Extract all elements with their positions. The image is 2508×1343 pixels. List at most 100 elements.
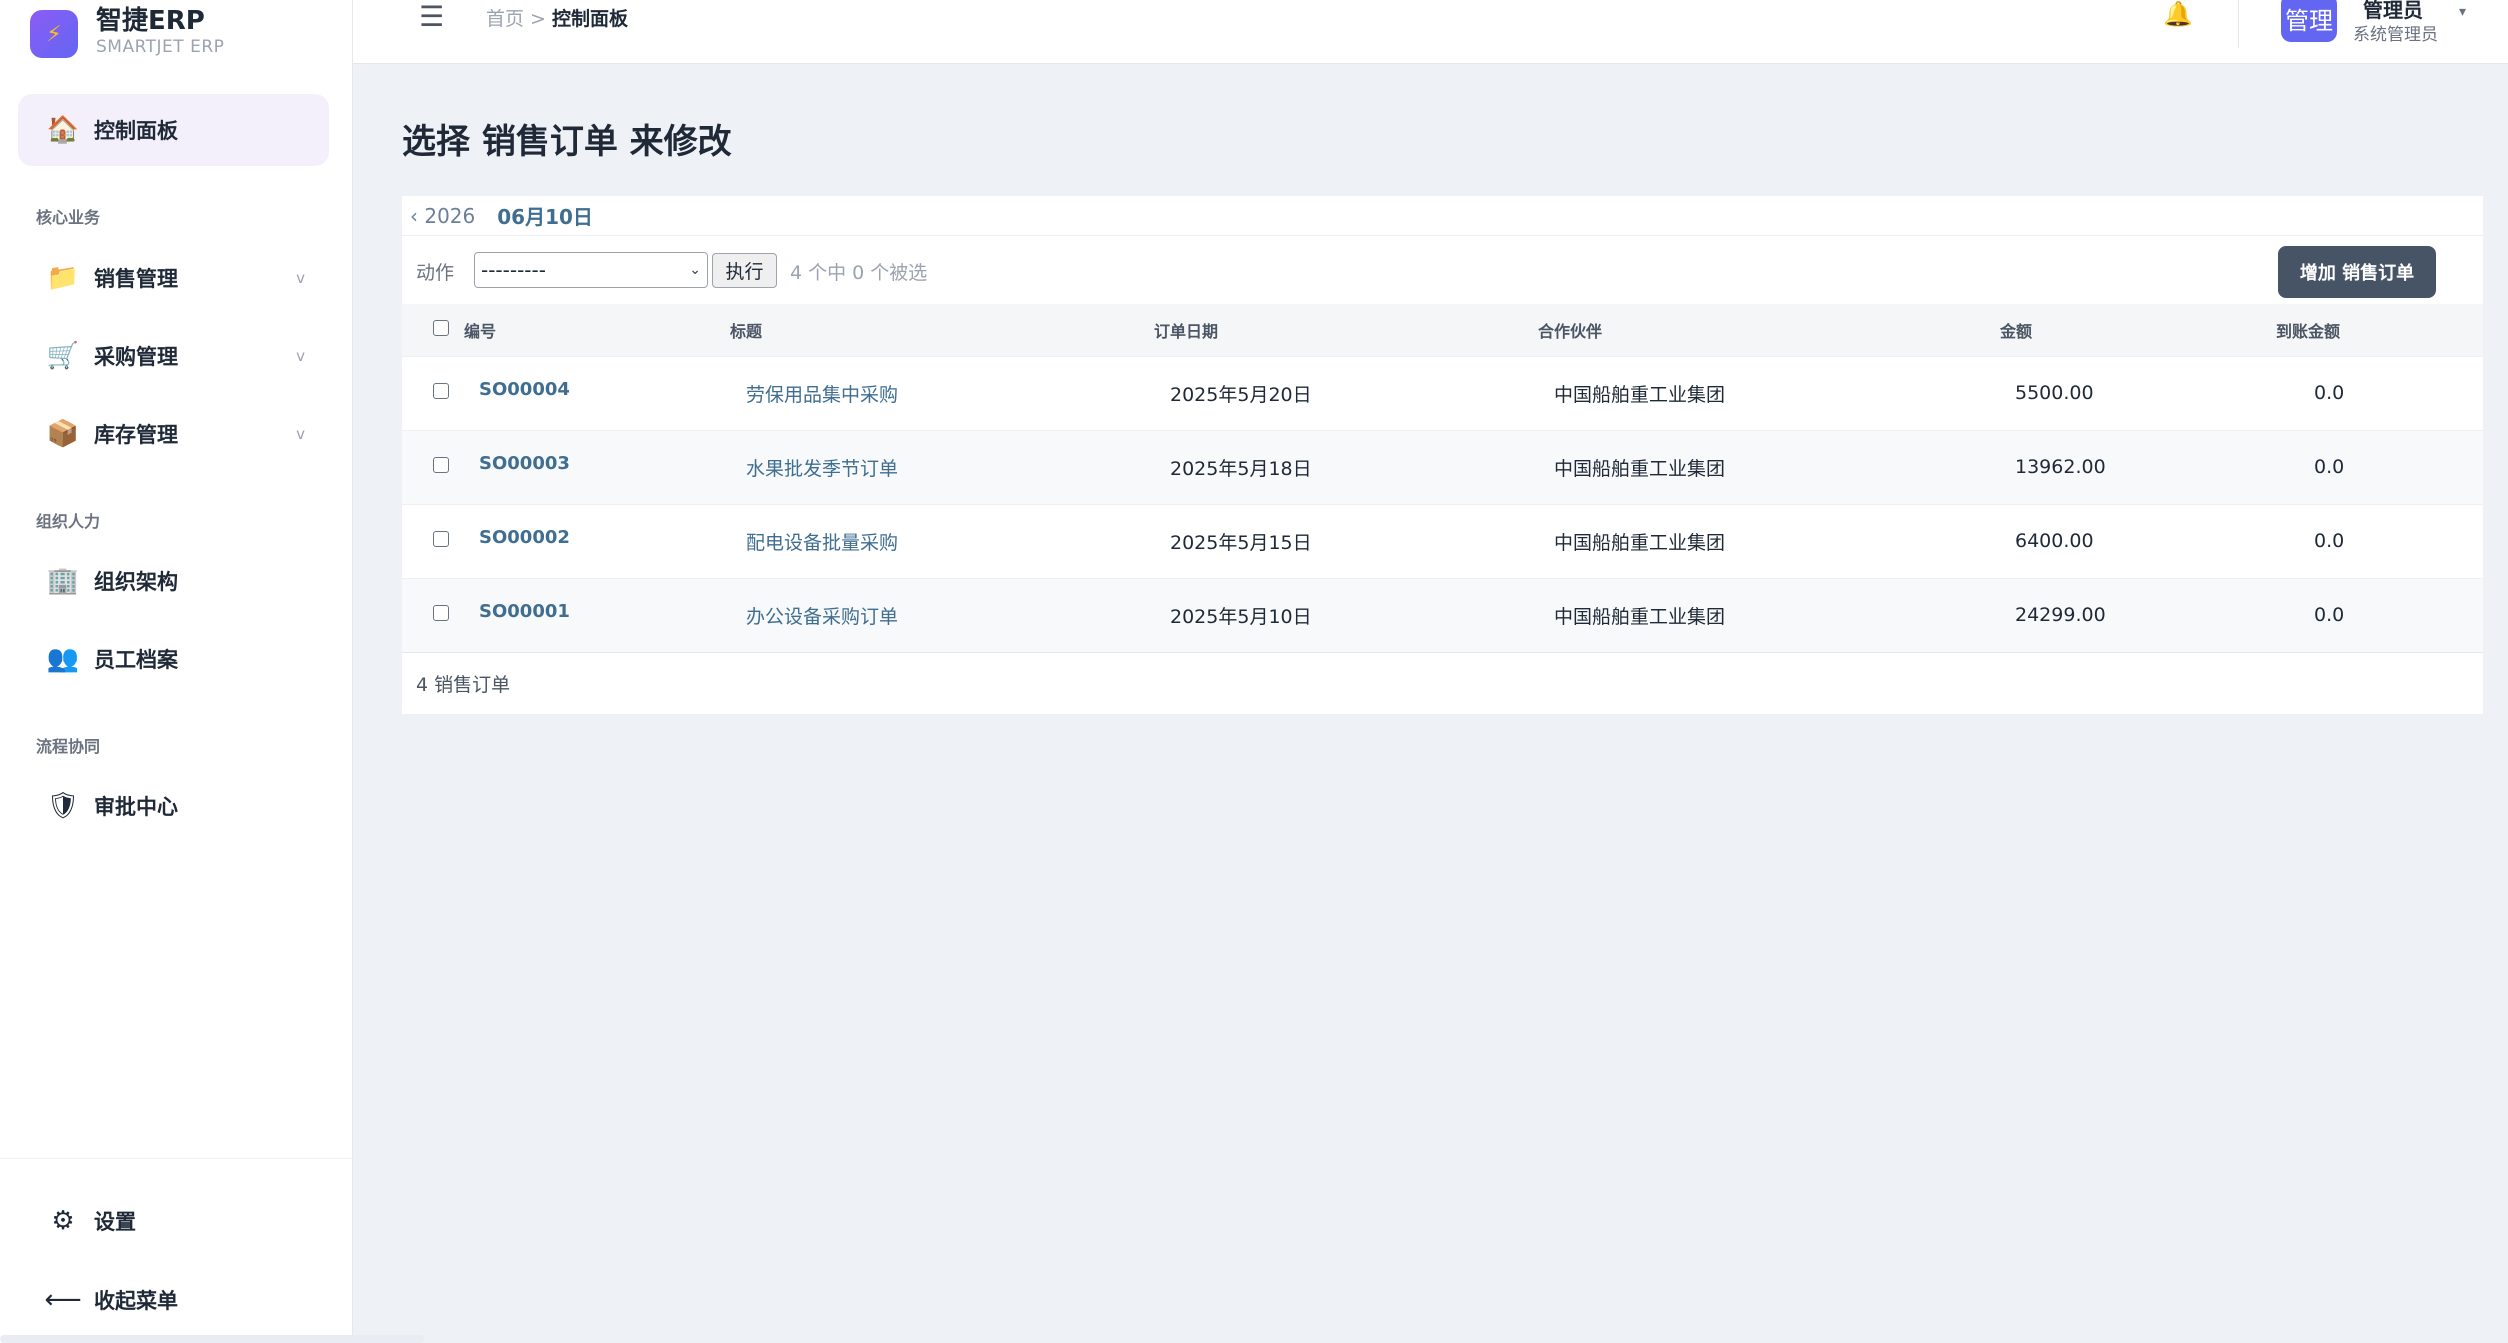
table-row: SO00001 办公设备采购订单 2025年5月10日 中国船舶重工业集团 24… [402, 578, 2483, 652]
cell-date: 2025年5月15日 [1170, 531, 1312, 554]
row-checkbox[interactable] [433, 605, 449, 622]
lightning-icon: ⚡ [30, 10, 78, 58]
sidebar-item-org[interactable]: 🏢 组织架构 [18, 551, 329, 611]
cell-partner: 中国船舶重工业集团 [1554, 531, 1726, 554]
chevron-down-icon: v [296, 269, 305, 287]
cell-date: 2025年5月10日 [1170, 605, 1312, 628]
cell-received: 0.0 [2314, 382, 2345, 404]
user-role: 系统管理员 [2353, 25, 2438, 45]
order-title-link[interactable]: 配电设备批量采购 [746, 532, 898, 554]
row-checkbox[interactable] [433, 383, 449, 399]
column-header-partner[interactable]: 合作伙伴 [1538, 304, 2000, 356]
result-count: 4 销售订单 [402, 652, 2483, 714]
cell-partner: 中国船舶重工业集团 [1554, 457, 1726, 480]
folder-icon: 📁 [46, 263, 80, 293]
cell-date: 2025年5月20日 [1170, 383, 1312, 406]
chevron-down-icon: v [296, 425, 305, 443]
building-icon: 🏢 [46, 566, 80, 596]
sidebar-item-label: 控制面板 [94, 119, 178, 143]
brand[interactable]: ⚡ 智捷ERP SMARTJET ERP [30, 6, 224, 62]
sidebar-item-settings[interactable]: ⚙ 设置 [18, 1191, 329, 1251]
sidebar-item-label: 收起菜单 [94, 1289, 178, 1313]
sidebar-item-label: 库存管理 [94, 423, 178, 447]
action-bar: 动作 --------- ⌄ 执行 4 个中 0 个被选 增加 销售订单 [402, 236, 2483, 304]
cell-received: 0.0 [2314, 456, 2345, 478]
shield-icon: 🛡 [46, 791, 80, 821]
top-header: ☰ 首页 > 控制面板 🔔 管理 管理员 系统管理员 ▾ [353, 0, 2508, 64]
sidebar-item-label: 员工档案 [94, 648, 178, 672]
avatar[interactable]: 管理 [2281, 0, 2337, 42]
breadcrumb-home-link[interactable]: 首页 [486, 8, 524, 30]
row-checkbox[interactable] [433, 531, 449, 547]
cell-title: 劳保用品集中采购 [730, 356, 1154, 430]
cell-received: 0.0 [2314, 530, 2345, 552]
order-code-link[interactable]: SO00002 [479, 527, 570, 548]
order-code-link[interactable]: SO00001 [479, 601, 570, 622]
breadcrumb-separator: > [530, 8, 546, 30]
add-sales-order-button[interactable]: 增加 销售订单 [2278, 246, 2436, 298]
sidebar-item-label: 设置 [94, 1210, 136, 1234]
sidebar-item-inventory[interactable]: 📦 库存管理 v [18, 404, 329, 464]
header-divider [2238, 0, 2239, 48]
column-header-amount[interactable]: 金额 [2000, 304, 2276, 356]
cell-code: SO00004 [464, 356, 730, 430]
collapse-menu-button[interactable]: ⟵ 收起菜单 [18, 1270, 329, 1330]
sidebar-item-employees[interactable]: 👥 员工档案 [18, 629, 329, 689]
sidebar-scrollbar[interactable] [0, 1335, 424, 1343]
run-action-button[interactable]: 执行 [712, 253, 777, 288]
cell-title: 办公设备采购订单 [730, 578, 1154, 652]
date-back-link[interactable]: ‹ 2026 [410, 204, 475, 228]
action-label: 动作 [416, 262, 455, 284]
column-header-code[interactable]: 编号 [464, 304, 730, 356]
section-label-core: 核心业务 [36, 208, 101, 227]
section-label-hr: 组织人力 [36, 512, 101, 531]
changelist-panel: ‹ 2026 06月10日 动作 --------- ⌄ 执行 4 个中 0 个… [402, 196, 2483, 714]
sidebar-footer [0, 1158, 353, 1159]
column-header-title[interactable]: 标题 [730, 304, 1154, 356]
order-title-link[interactable]: 水果批发季节订单 [746, 458, 898, 480]
arrow-left-icon: ⟵ [44, 1285, 82, 1315]
gear-icon: ⚙ [51, 1206, 75, 1236]
select-all-checkbox-cell [402, 304, 464, 356]
sidebar: ⚡ 智捷ERP SMARTJET ERP 🏠 控制面板 核心业务 📁 销售管理 … [0, 0, 353, 1343]
sidebar-item-sales[interactable]: 📁 销售管理 v [18, 248, 329, 308]
section-label-workflow: 流程协同 [36, 737, 101, 756]
action-select[interactable]: --------- ⌄ [474, 252, 708, 288]
chevron-down-icon: ⌄ [689, 262, 701, 278]
breadcrumb: 首页 > 控制面板 [486, 4, 628, 31]
cell-received: 0.0 [2314, 604, 2345, 627]
row-checkbox-cell [402, 430, 464, 504]
column-header-received[interactable]: 到账金额 [2276, 304, 2483, 356]
cell-code: SO00001 [464, 578, 730, 652]
cell-amount: 6400.00 [2015, 530, 2094, 552]
hamburger-menu-icon[interactable]: ☰ [419, 0, 444, 33]
cell-title: 配电设备批量采购 [730, 504, 1154, 578]
sidebar-item-label: 采购管理 [94, 345, 178, 369]
select-all-checkbox[interactable] [433, 319, 449, 336]
people-icon: 👥 [46, 644, 80, 674]
table-row: SO00003 水果批发季节订单 2025年5月18日 中国船舶重工业集团 13… [402, 430, 2483, 504]
action-select-value: --------- [481, 258, 546, 282]
selection-counter: 4 个中 0 个被选 [790, 262, 928, 284]
sidebar-item-dashboard[interactable]: 🏠 控制面板 [18, 94, 329, 166]
row-checkbox[interactable] [433, 457, 449, 473]
cell-partner: 中国船舶重工业集团 [1554, 605, 1726, 628]
row-checkbox-cell [402, 356, 464, 430]
chevron-down-icon[interactable]: ▾ [2459, 4, 2466, 20]
sidebar-item-purchase[interactable]: 🛒 采购管理 v [18, 326, 329, 386]
date-current: 06月10日 [497, 205, 593, 229]
order-code-link[interactable]: SO00003 [479, 453, 570, 474]
cell-partner: 中国船舶重工业集团 [1554, 383, 1726, 406]
order-title-link[interactable]: 劳保用品集中采购 [746, 384, 898, 406]
sidebar-item-label: 组织架构 [94, 570, 178, 594]
brand-subtitle: SMARTJET ERP [96, 37, 225, 57]
order-title-link[interactable]: 办公设备采购订单 [746, 606, 898, 628]
sidebar-item-approval[interactable]: 🛡 审批中心 [18, 776, 329, 836]
cell-code: SO00003 [464, 430, 730, 504]
column-header-date[interactable]: 订单日期 [1154, 304, 1538, 356]
bell-icon[interactable]: 🔔 [2163, 0, 2193, 28]
results-table: 编号 标题 订单日期 合作伙伴 金额 到账金额 SO00004 劳保用品集中采购… [402, 304, 2483, 652]
order-code-link[interactable]: SO00004 [479, 379, 570, 400]
page-title: 选择 销售订单 来修改 [402, 122, 732, 162]
cell-amount: 24299.00 [2015, 604, 2106, 627]
